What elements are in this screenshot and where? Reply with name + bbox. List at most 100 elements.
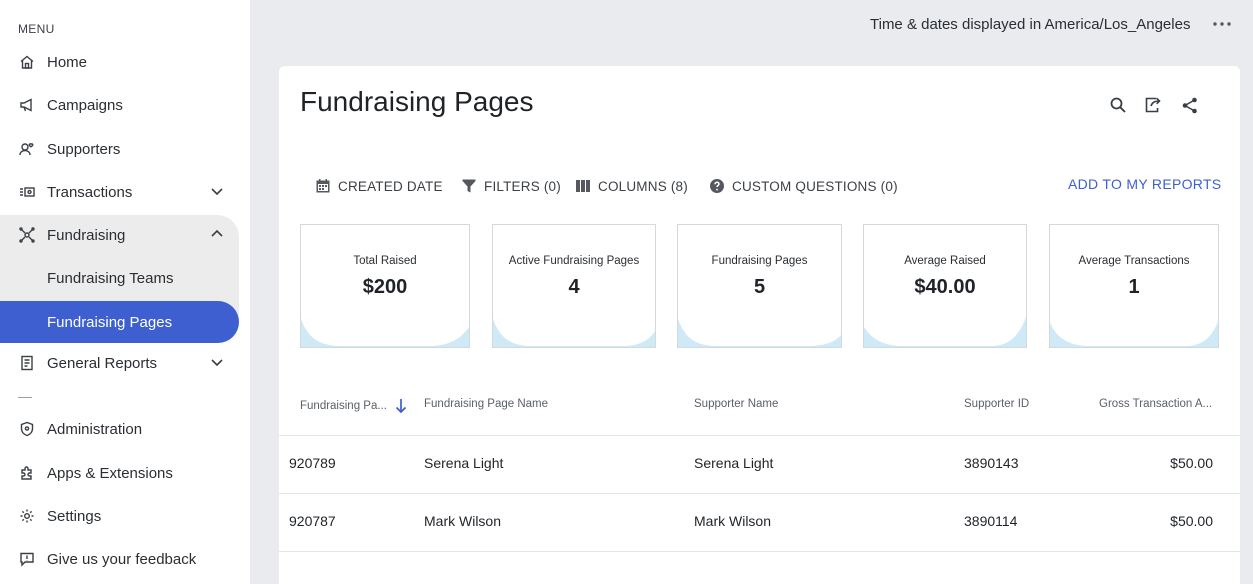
more-icon	[1213, 22, 1231, 26]
sidebar-item-label: Transactions	[47, 183, 133, 201]
created-date-label: CREATED DATE	[338, 178, 443, 194]
stat-card-average-transactions: Average Transactions 1	[1049, 224, 1219, 348]
stat-value: 1	[1128, 276, 1140, 298]
share-icon	[1182, 97, 1197, 113]
stat-label: Average Transactions	[1078, 255, 1190, 267]
custom-questions-button[interactable]: CUSTOM QUESTIONS (0)	[709, 176, 898, 196]
sidebar-item-apps-extensions[interactable]: Apps & Extensions	[0, 452, 238, 494]
sidebar-item-supporters[interactable]: Supporters	[0, 128, 238, 170]
home-icon	[18, 53, 36, 71]
sidebar-item-label: Fundraising	[47, 226, 126, 244]
columns-icon	[576, 180, 590, 192]
filter-icon	[462, 179, 476, 193]
reports-icon	[18, 354, 36, 372]
report-card: Fundraising Pages CREATED DATE FILTERS (…	[279, 66, 1240, 584]
created-date-button[interactable]: CREATED DATE	[315, 176, 443, 196]
sidebar-item-label: General Reports	[47, 354, 158, 372]
share-button[interactable]	[1179, 94, 1201, 116]
sidebar-item-label: Administration	[47, 420, 143, 438]
cell-supporter-id: 3890114	[964, 513, 1018, 529]
export-button[interactable]	[1142, 94, 1164, 116]
stat-value: $40.00	[914, 276, 976, 298]
sparkline	[864, 317, 1026, 347]
feedback-icon	[18, 550, 36, 568]
sidebar-item-settings[interactable]: Settings	[0, 495, 238, 537]
cell-supporter-id: 3890143	[964, 455, 1019, 471]
sidebar-item-label: Settings	[47, 507, 102, 525]
cell-page-name: Mark Wilson	[424, 513, 502, 529]
sparkline	[301, 319, 469, 347]
shield-icon	[18, 420, 36, 438]
columns-button[interactable]: COLUMNS (8)	[575, 176, 688, 196]
stat-card-active-fundraising-pages: Active Fundraising Pages 4	[492, 224, 656, 348]
sidebar-item-feedback[interactable]: Give us your feedback	[0, 538, 238, 580]
table-row[interactable]: 920787 Mark Wilson Mark Wilson 3890114 $…	[279, 494, 1240, 552]
sidebar: MENU Home Campaigns Supporters Transacti…	[0, 0, 250, 584]
sidebar-subitem-label: Fundraising Pages	[47, 313, 173, 331]
supporter-icon	[18, 140, 36, 158]
stat-label: Average Raised	[904, 255, 986, 267]
sidebar-item-label: Campaigns	[47, 96, 123, 114]
cell-page-id: 920787	[289, 513, 336, 529]
stat-label: Total Raised	[353, 255, 417, 267]
question-icon	[710, 179, 724, 193]
page-title: Fundraising Pages	[300, 86, 534, 117]
column-header-gross-transaction[interactable]: Gross Transaction A...	[1099, 398, 1212, 410]
sidebar-subitem-fundraising-pages[interactable]: Fundraising Pages	[0, 301, 239, 343]
stat-label: Active Fundraising Pages	[508, 255, 640, 267]
sidebar-divider	[18, 397, 32, 398]
stat-card-average-raised: Average Raised $40.00	[863, 224, 1027, 348]
column-header-label: Fundraising Pa...	[300, 400, 387, 412]
columns-label: COLUMNS (8)	[598, 178, 688, 194]
stat-value: $200	[362, 276, 408, 298]
column-header-fundraising-page-id[interactable]: Fundraising Pa...	[300, 398, 407, 414]
more-options-button[interactable]	[1211, 14, 1233, 34]
stat-card-total-raised: Total Raised $200	[300, 224, 470, 348]
cell-page-name: Serena Light	[424, 455, 504, 471]
sparkline	[493, 319, 655, 347]
cell-gross-amount: $50.00	[1170, 455, 1213, 471]
sidebar-item-campaigns[interactable]: Campaigns	[0, 84, 238, 126]
stat-label: Fundraising Pages	[711, 255, 808, 267]
sidebar-item-label: Home	[47, 53, 88, 71]
sidebar-item-transactions[interactable]: Transactions	[0, 171, 238, 213]
puzzle-icon	[18, 464, 36, 482]
sidebar-subitem-label: Fundraising Teams	[47, 269, 174, 287]
search-button[interactable]	[1107, 94, 1129, 116]
search-icon	[1110, 97, 1126, 113]
fundraising-icon	[18, 226, 36, 244]
menu-label: MENU	[18, 22, 55, 36]
transactions-icon	[18, 183, 36, 201]
custom-questions-label: CUSTOM QUESTIONS (0)	[732, 178, 898, 194]
chevron-down-icon	[211, 188, 223, 196]
column-header-page-name[interactable]: Fundraising Page Name	[424, 398, 548, 410]
cell-supporter-name: Serena Light	[694, 455, 774, 471]
megaphone-icon	[18, 96, 36, 114]
cell-supporter-name: Mark Wilson	[694, 513, 772, 529]
filters-button[interactable]: FILTERS (0)	[461, 176, 561, 196]
sort-descending-icon	[395, 399, 407, 414]
gear-icon	[18, 507, 36, 525]
sidebar-item-administration[interactable]: Administration	[0, 408, 238, 450]
timezone-notice: Time & dates displayed in America/Los_An…	[870, 16, 1191, 33]
sidebar-item-label: Apps & Extensions	[47, 464, 173, 482]
sparkline	[678, 319, 841, 347]
column-header-supporter-id[interactable]: Supporter ID	[964, 398, 1029, 410]
stat-value: 4	[568, 276, 580, 298]
sidebar-item-fundraising[interactable]: Fundraising	[0, 214, 238, 256]
column-header-supporter-name[interactable]: Supporter Name	[694, 398, 778, 410]
add-to-my-reports-button[interactable]: ADD TO MY REPORTS	[1068, 176, 1221, 192]
chevron-down-icon	[211, 359, 223, 367]
filters-label: FILTERS (0)	[484, 178, 561, 194]
table-row[interactable]: 920789 Serena Light Serena Light 3890143…	[279, 436, 1240, 494]
chevron-up-icon	[211, 229, 223, 237]
sparkline	[1050, 321, 1218, 347]
cell-gross-amount: $50.00	[1170, 513, 1213, 529]
calendar-icon	[316, 179, 330, 193]
sidebar-item-home[interactable]: Home	[0, 41, 238, 83]
sidebar-subitem-fundraising-teams[interactable]: Fundraising Teams	[0, 257, 239, 299]
sidebar-item-general-reports[interactable]: General Reports	[0, 342, 238, 384]
export-icon	[1145, 97, 1161, 113]
stat-value: 5	[753, 276, 766, 298]
sidebar-item-label: Supporters	[47, 140, 121, 158]
